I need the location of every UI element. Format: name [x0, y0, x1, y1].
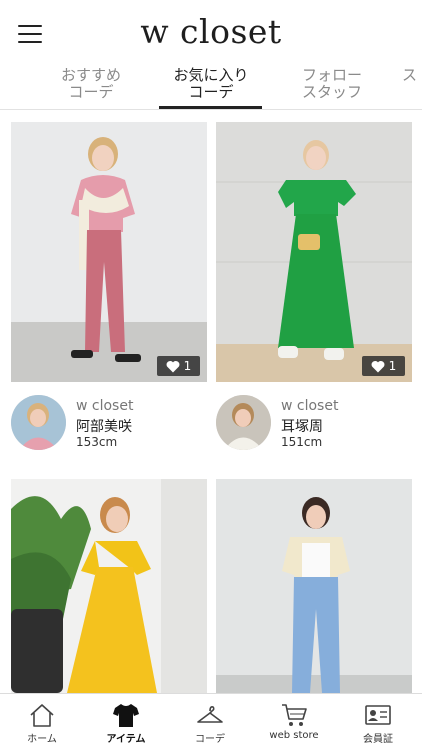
nav-label: web store — [269, 730, 319, 741]
tab-favorites[interactable]: お気に入り コーデ — [160, 67, 262, 101]
tab-follow-staff[interactable]: フォロー スタッフ — [292, 67, 372, 101]
app-header: w closet — [0, 0, 422, 62]
like-count-badge[interactable]: 1 — [157, 356, 200, 376]
tab-label-line1: フォロー — [301, 66, 362, 84]
tab-label-line1: ス — [402, 66, 418, 84]
member-card-icon — [365, 705, 391, 725]
brand-logo[interactable]: w closet — [0, 12, 422, 51]
staff-avatar[interactable] — [216, 395, 271, 450]
tab-more[interactable]: ス — [402, 67, 422, 84]
brand-name: w closet — [281, 398, 339, 414]
tab-label-line1: お気に入り — [173, 66, 249, 84]
coordinate-photo[interactable] — [216, 479, 412, 693]
active-tab-indicator — [159, 106, 262, 109]
staff-height: 153cm — [76, 435, 118, 449]
nav-member-card[interactable]: 会員証 — [336, 694, 420, 750]
home-icon — [30, 704, 54, 727]
nav-label: アイテム — [106, 734, 146, 745]
hanger-icon — [197, 706, 223, 723]
staff-name[interactable]: 耳塚周 — [281, 416, 323, 436]
tab-recommended[interactable]: おすすめ コーデ — [52, 67, 130, 101]
staff-name[interactable]: 阿部美咲 — [76, 416, 132, 436]
coordinate-tabs: おすすめ コーデ お気に入り コーデ フォロー スタッフ ス — [0, 64, 422, 110]
cart-icon — [282, 704, 307, 726]
tab-label-line2: コーデ — [68, 83, 114, 101]
bottom-navigation: ホーム アイテム コーデ web store 会員証 — [0, 693, 422, 750]
nav-web-store[interactable]: web store — [252, 694, 336, 750]
tab-label-line1: おすすめ — [60, 66, 121, 84]
nav-label: 会員証 — [363, 734, 393, 745]
nav-label: コーデ — [195, 734, 225, 745]
nav-items[interactable]: アイテム — [84, 694, 168, 750]
tab-label-line2: コーデ — [188, 83, 234, 101]
like-count: 1 — [183, 359, 192, 373]
coordinate-photo[interactable]: 1 — [11, 122, 207, 382]
staff-height: 151cm — [281, 435, 323, 449]
brand-name: w closet — [76, 398, 134, 414]
heart-icon — [371, 360, 385, 373]
tab-label-line2: スタッフ — [301, 83, 362, 101]
nav-coordinates[interactable]: コーデ — [168, 694, 252, 750]
coordinate-photo[interactable]: 1 — [216, 122, 412, 382]
nav-home[interactable]: ホーム — [0, 694, 84, 750]
heart-icon — [166, 360, 180, 373]
tshirt-icon — [113, 704, 139, 727]
coordinate-photo[interactable] — [11, 479, 207, 693]
like-count-badge[interactable]: 1 — [362, 356, 405, 376]
staff-avatar[interactable] — [11, 395, 66, 450]
like-count: 1 — [388, 359, 397, 373]
nav-label: ホーム — [27, 734, 57, 745]
